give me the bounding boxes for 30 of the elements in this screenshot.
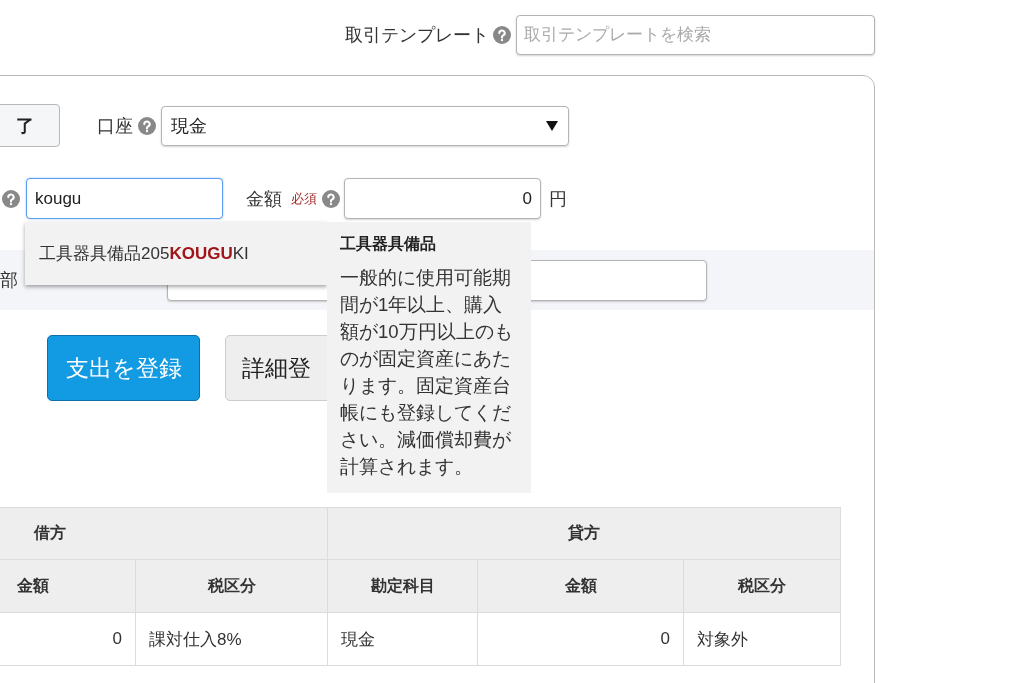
help-icon[interactable]: [138, 116, 156, 135]
table-cell: 現金: [327, 612, 478, 666]
group-header: 借方: [0, 507, 328, 560]
help-icon[interactable]: [322, 189, 340, 208]
column-header: 勘定科目: [327, 559, 478, 613]
amount-label: 金額: [246, 187, 282, 211]
group-header: 貸方: [327, 507, 841, 560]
amount-input-field[interactable]: 0: [344, 178, 541, 219]
caret-icon: [546, 120, 558, 131]
department-label: 部: [0, 269, 18, 292]
tooltip-title: 工具器具備品: [340, 234, 437, 254]
help-icon[interactable]: [2, 189, 20, 208]
required-label: 必須: [291, 189, 317, 208]
help-icon[interactable]: [493, 26, 511, 44]
template-label: 取引テンプレート: [345, 24, 489, 47]
table-cell: 0: [477, 612, 684, 666]
table-cell: 0: [0, 612, 136, 666]
suggestion-item[interactable]: 工具器具備品205KOUGUKI: [39, 242, 249, 265]
account-select[interactable]: 現金: [161, 105, 569, 146]
table-cell: 対象外: [683, 612, 841, 666]
complete-button[interactable]: 了: [0, 104, 60, 147]
item-input-field[interactable]: kougu: [26, 178, 223, 219]
column-header: 税区分: [683, 559, 841, 613]
template-search-field[interactable]: 取引テンプレートを検索: [516, 15, 875, 55]
column-header: 金額: [0, 559, 136, 613]
column-header: 税区分: [135, 559, 328, 613]
yen-unit-label: 円: [549, 187, 567, 211]
account-label: 口座: [97, 114, 133, 138]
table-cell: 課対仕入8%: [135, 612, 328, 666]
column-header: 金額: [477, 559, 684, 613]
